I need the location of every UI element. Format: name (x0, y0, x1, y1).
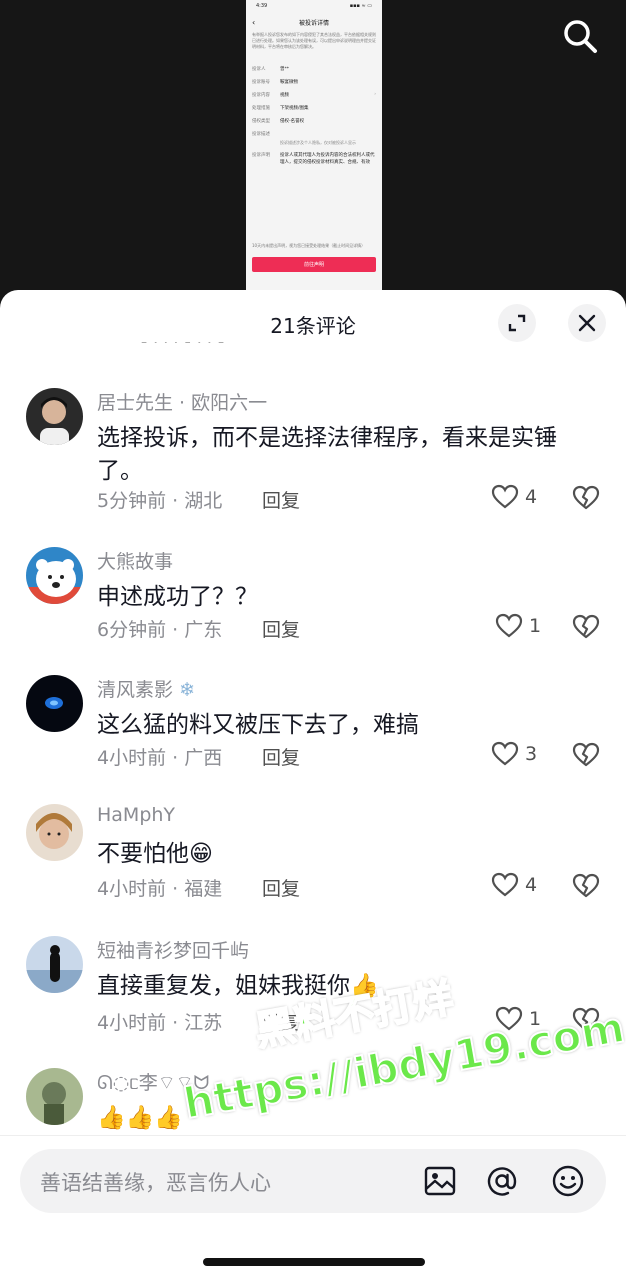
phone-action-button: 前往声明 (252, 257, 376, 272)
phone-intro: 有举报人投诉您发布的如下内容侵犯了其合法权益，平台依据相关规则已进行处理。如果您… (252, 32, 376, 49)
phone-time: 4:39 (256, 3, 268, 9)
reply-button[interactable]: 回复 (262, 743, 300, 770)
like-count: 4 (525, 874, 538, 896)
phone-page-title: 被投诉详情 (298, 19, 329, 27)
reply-button[interactable]: 回复 (262, 486, 300, 513)
reply-button[interactable]: 回复 (262, 1008, 300, 1035)
avatar[interactable] (26, 936, 83, 993)
dislike-button[interactable] (572, 484, 600, 512)
phone-note: 投诉描述涉及个人隐私，仅对被投诉人显示 (280, 140, 356, 145)
phone-detail-rows: 投诉人 曾** 投诉账号 鞍宴微物 投诉内容 视频 › 处理措施 下架视频/图集 侵权类型… (246, 62, 382, 140)
expand-icon (508, 314, 526, 332)
comment-time-location: 4小时前 · 广西 (97, 747, 223, 769)
phone-row: 投诉人 曾** (252, 66, 289, 72)
comment-input-bar: 善语结善缘，恶言伤人心 (0, 1135, 626, 1280)
avatar[interactable] (26, 1068, 83, 1125)
like-count: 1 (529, 615, 542, 637)
phone-row: 投诉内容 视频 › (252, 92, 376, 98)
comment-time-location: 4小时前 · 福建 (97, 878, 223, 900)
comment-text: 不要怕他😁 (97, 841, 213, 867)
comment-text: 直接重复发，姐妹我挺你👍 (97, 973, 379, 999)
comment-time-location: 6分钟前 · 广东 (97, 619, 223, 641)
phone-row: 投诉账号 鞍宴微物 (252, 79, 298, 85)
phone-declaration: 投诉声明 投诉人或其代理人为投诉内容的合法权利人或代理人，提交的侵权投诉材料真实… (252, 153, 375, 165)
comment-time-location: 5分钟前 · 湖北 (97, 490, 223, 512)
broken-heart-icon (572, 614, 600, 639)
heart-icon (491, 484, 519, 509)
phone-row: 投诉描述 (252, 131, 270, 137)
like-button[interactable]: 3 (491, 740, 537, 768)
like-count: 4 (525, 486, 538, 508)
phone-status-icons: ▪▪▪ ≈ ▭ (349, 3, 372, 9)
reply-button[interactable]: 回复 (262, 615, 300, 642)
heart-icon (495, 613, 523, 638)
at-icon[interactable] (484, 1163, 520, 1199)
dislike-button[interactable] (572, 741, 600, 769)
chevron-right-icon: › (374, 92, 376, 97)
like-button[interactable]: 1 (495, 612, 541, 640)
heart-icon (495, 1006, 523, 1031)
avatar[interactable] (26, 804, 83, 861)
video-screenshot: 4:39 ▪▪▪ ≈ ▭ ‹ 被投诉详情 有举报人投诉您发布的如下内容侵犯了其合… (246, 0, 382, 290)
dislike-button[interactable] (572, 613, 600, 641)
like-button[interactable]: 1 (495, 1005, 541, 1033)
close-icon (578, 314, 596, 332)
comment-time-location: 4小时前 · 江苏 (97, 1012, 223, 1034)
broken-heart-icon (572, 485, 600, 510)
comment-item: 居士先生 · 欧阳六一 选择投诉，而不是选择法律程序，看来是实锤了。 5分钟前 … (0, 388, 626, 518)
phone-row: 侵权类型 侵权-名誉权 (252, 118, 305, 124)
broken-heart-icon (572, 873, 600, 898)
like-count: 3 (525, 743, 538, 765)
comment-author[interactable]: 短袖青衫梦回千屿 (97, 936, 249, 963)
comment-sheet: 21条评论 ⁃ ‧ ‧ ‧ ⁃ ‧ ‧ ⁃ 居士先生 · 欧阳六一 选择投诉，而… (0, 290, 626, 1280)
emoji-icon[interactable] (550, 1163, 586, 1199)
comment-author[interactable]: ᘏ◌ᥴ李⌔⌔ᗢ (97, 1068, 209, 1095)
video-player[interactable]: 4:39 ▪▪▪ ≈ ▭ ‹ 被投诉详情 有举报人投诉您发布的如下内容侵犯了其合… (0, 0, 626, 300)
comment-item: 大熊故事 申述成功了？？ 6分钟前 · 广东 回复 1 (0, 547, 626, 647)
avatar[interactable] (26, 675, 83, 732)
scrolled-comment-remnant: ⁃ ‧ ‧ ‧ ⁃ ‧ ‧ ⁃ (140, 342, 226, 352)
comment-author[interactable]: 清风素影 ❄ (97, 675, 195, 702)
broken-heart-icon (572, 1007, 600, 1032)
like-button[interactable]: 4 (491, 871, 537, 899)
comment-item: 短袖青衫梦回千屿 直接重复发，姐妹我挺你👍 4小时前 · 江苏 回复 1 (0, 936, 626, 1036)
comment-author[interactable]: 大熊故事 (97, 547, 173, 574)
home-indicator (203, 1258, 425, 1266)
phone-header: ‹ 被投诉详情 (246, 12, 382, 32)
phone-row: 处理措施 下架视频/图集 (252, 105, 309, 111)
heart-icon (491, 741, 519, 766)
close-button[interactable] (568, 304, 606, 342)
search-icon[interactable] (560, 16, 600, 56)
comment-text: 这么猛的料又被压下去了，难搞 (97, 712, 419, 738)
reply-button[interactable]: 回复 (262, 874, 300, 901)
comment-text: 申述成功了？？ (97, 584, 258, 610)
comment-text: 👍👍👍 (97, 1105, 183, 1131)
avatar[interactable] (26, 388, 83, 445)
comment-item: ᘏ◌ᥴ李⌔⌔ᗢ 👍👍👍 (0, 1068, 626, 1138)
comment-author[interactable]: 居士先生 · 欧阳六一 (97, 388, 267, 415)
like-count: 1 (529, 1008, 542, 1030)
comment-text: 选择投诉，而不是选择法律程序，看来是实锤了。 (97, 425, 557, 484)
avatar[interactable] (26, 547, 83, 604)
comment-input[interactable]: 善语结善缘，恶言伤人心 (20, 1149, 606, 1213)
comment-item: 清风素影 ❄ 这么猛的料又被压下去了，难搞 4小时前 · 广西 回复 3 (0, 675, 626, 775)
broken-heart-icon (572, 742, 600, 767)
heart-icon (491, 872, 519, 897)
comment-item: HaMphY 不要怕他😁 4小时前 · 福建 回复 4 (0, 804, 626, 904)
like-button[interactable]: 4 (491, 483, 537, 511)
badge-icon: ❄ (179, 679, 195, 701)
dislike-button[interactable] (572, 1006, 600, 1034)
comment-input-placeholder: 善语结善缘，恶言伤人心 (40, 1171, 271, 1195)
phone-status-bar: 4:39 ▪▪▪ ≈ ▭ (246, 0, 382, 12)
comment-author[interactable]: HaMphY (97, 804, 175, 826)
image-icon[interactable] (422, 1163, 458, 1199)
expand-button[interactable] (498, 304, 536, 342)
phone-footer-text: 10天内未提出声明，视为您已接受处理结果（截止时间见详情） (252, 243, 366, 248)
dislike-button[interactable] (572, 872, 600, 900)
